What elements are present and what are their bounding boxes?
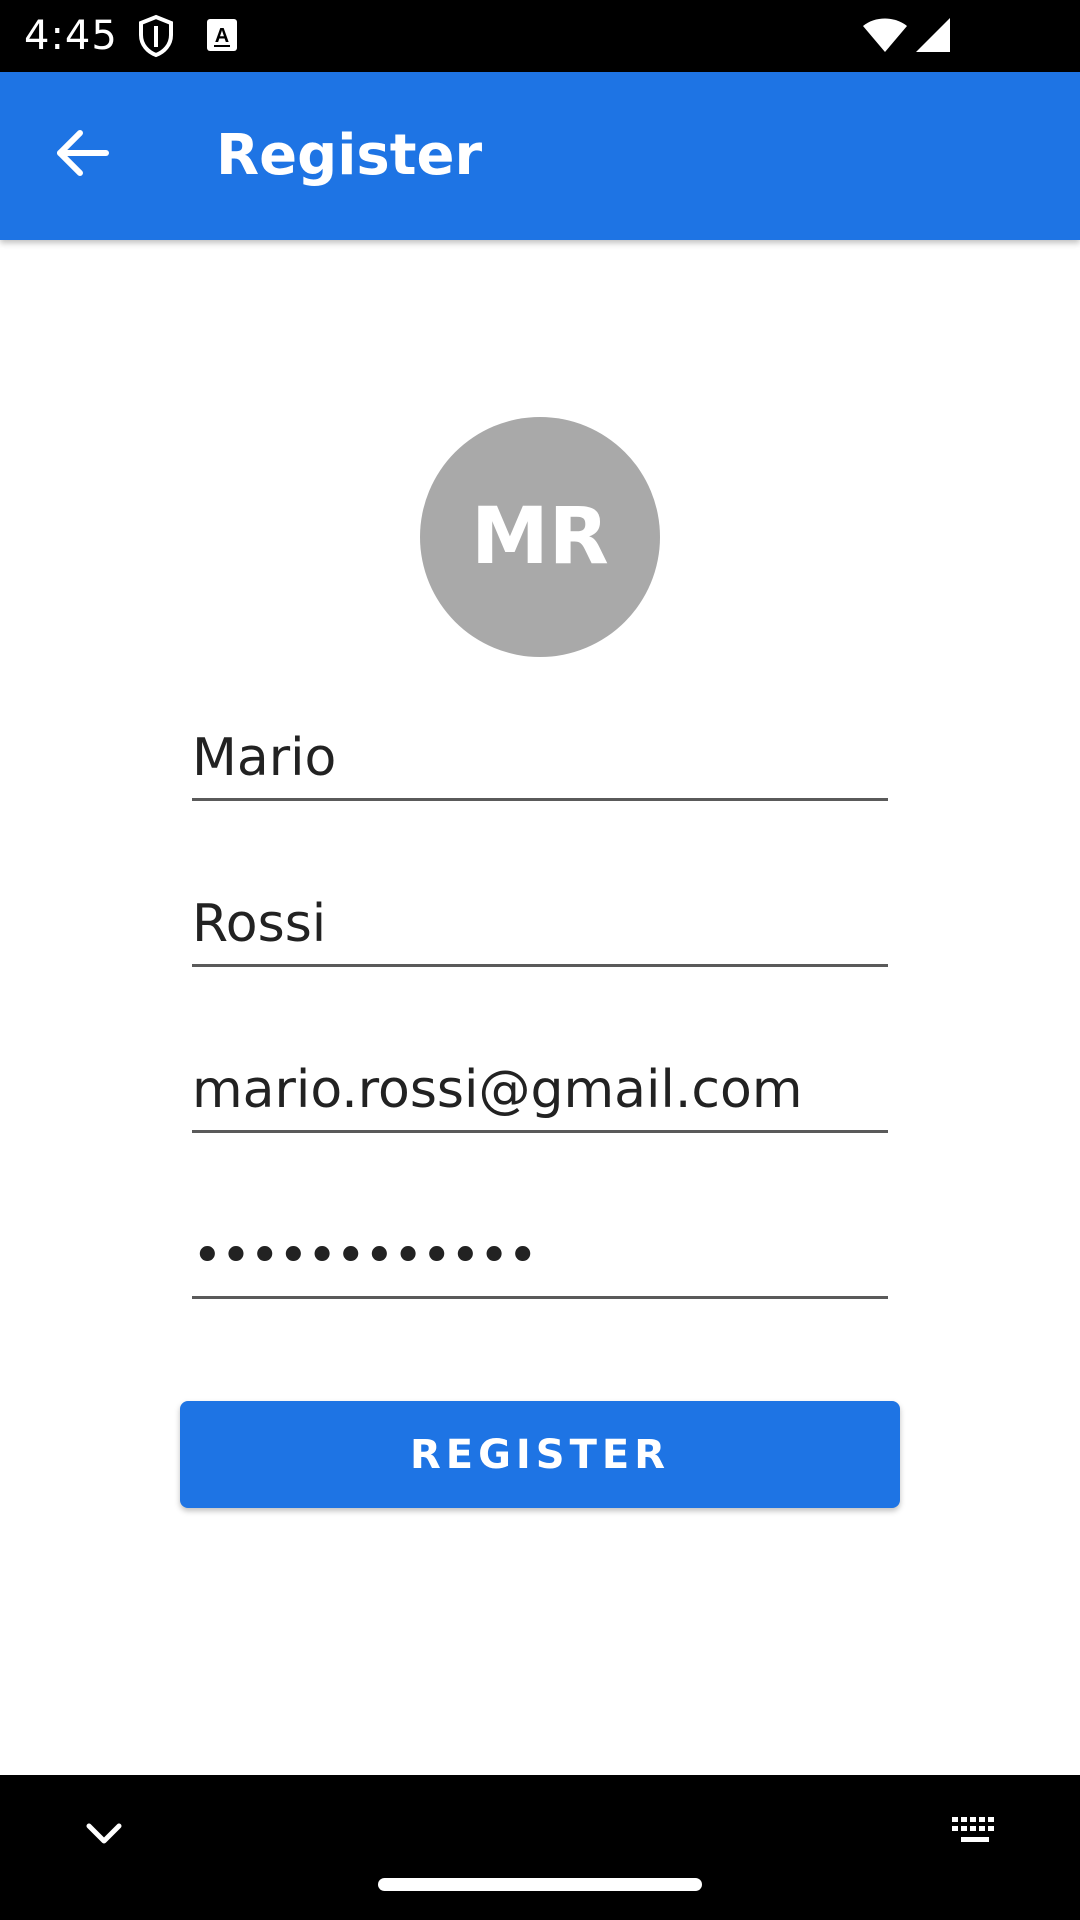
arrow-left-icon	[56, 128, 110, 183]
home-handle[interactable]	[378, 1878, 702, 1891]
avatar: MR	[420, 417, 660, 657]
shield-icon	[136, 14, 176, 63]
first-name-field[interactable]	[192, 708, 888, 801]
chevron-down-icon[interactable]	[84, 1821, 124, 1852]
status-bar: 4:45 A	[0, 0, 1080, 72]
app-bar: Register	[0, 72, 1080, 240]
status-time: 4:45	[24, 13, 118, 59]
password-field[interactable]	[192, 1206, 888, 1299]
avatar-initials: MR	[471, 492, 609, 582]
password-input[interactable]	[192, 1226, 888, 1286]
last-name-field[interactable]	[192, 874, 888, 967]
keyboard-icon[interactable]	[950, 1815, 1000, 1854]
first-name-input[interactable]	[192, 728, 888, 788]
page-title: Register	[216, 123, 483, 188]
email-field[interactable]	[192, 1040, 888, 1133]
svg-text:A: A	[215, 25, 229, 47]
register-button-label: REGISTER	[409, 1431, 671, 1478]
wifi-icon	[862, 16, 908, 59]
last-name-input[interactable]	[192, 894, 888, 954]
navigation-bar	[0, 1775, 1080, 1920]
register-button[interactable]: REGISTER	[180, 1401, 900, 1508]
font-a-icon: A	[206, 18, 238, 57]
back-button[interactable]	[40, 112, 126, 198]
cellular-signal-icon	[912, 16, 952, 59]
email-input[interactable]	[192, 1060, 888, 1120]
